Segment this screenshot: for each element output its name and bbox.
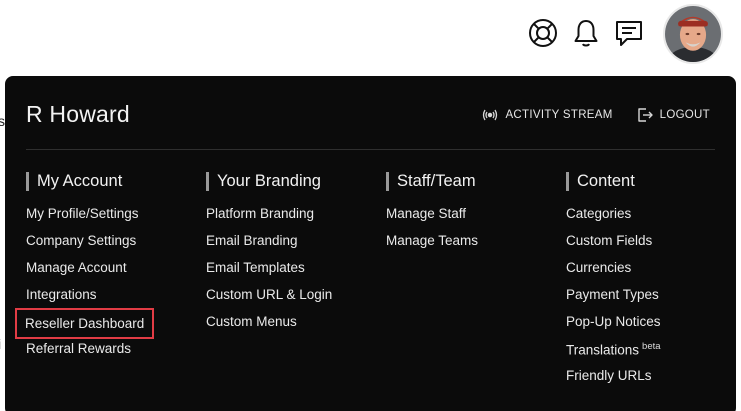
column-staff-team: Staff/Team Manage Staff Manage Teams: [386, 170, 478, 260]
clipped-text: i: [0, 336, 1, 352]
panel-actions: ACTIVITY STREAM LOGOUT: [482, 107, 710, 123]
menu-item-pop-up-notices[interactable]: Pop-Up Notices: [566, 314, 661, 341]
menu-item-custom-fields[interactable]: Custom Fields: [566, 233, 661, 260]
menu-item-manage-account[interactable]: Manage Account: [26, 260, 152, 287]
menu-item-custom-url-login[interactable]: Custom URL & Login: [206, 287, 332, 314]
message-icon: [616, 21, 642, 46]
divider: [26, 149, 715, 150]
column-header: Content: [566, 170, 661, 192]
beta-badge: beta: [642, 341, 661, 352]
logout-icon: [637, 108, 653, 122]
help-button[interactable]: [526, 16, 560, 50]
column-header: Your Branding: [206, 170, 332, 192]
menu-item-email-templates[interactable]: Email Templates: [206, 260, 332, 287]
user-avatar[interactable]: [663, 4, 723, 64]
column-your-branding: Your Branding Platform Branding Email Br…: [206, 170, 332, 341]
bell-icon: [574, 20, 598, 47]
activity-stream-label: ACTIVITY STREAM: [505, 109, 613, 121]
activity-stream-link[interactable]: ACTIVITY STREAM: [482, 107, 612, 123]
header-accent-bar: [566, 171, 569, 191]
column-header: My Account: [26, 170, 152, 192]
column-content: Content Categories Custom Fields Currenc…: [566, 170, 661, 395]
header-accent-bar: [206, 171, 209, 191]
menu-item-referral-rewards[interactable]: Referral Rewards: [26, 341, 152, 368]
column-title: Content: [577, 171, 635, 190]
broadcast-icon: [483, 109, 498, 121]
column-header: Staff/Team: [386, 170, 478, 192]
lifebuoy-icon: [529, 19, 557, 47]
menu-item-reseller-dashboard[interactable]: Reseller Dashboard: [14, 308, 155, 339]
page: s i: [0, 0, 741, 411]
menu-list: My Profile/Settings Company Settings Man…: [14, 206, 155, 368]
menu-list: Platform Branding Email Branding Email T…: [206, 206, 332, 341]
menu-item-label: Translations: [566, 342, 640, 358]
header-accent-bar: [386, 171, 389, 191]
menu-list: Categories Custom Fields Currencies Paym…: [566, 206, 661, 395]
messages-button[interactable]: [612, 16, 646, 50]
menu-item-custom-menus[interactable]: Custom Menus: [206, 314, 332, 341]
menu-item-currencies[interactable]: Currencies: [566, 260, 661, 287]
menu-item-platform-branding[interactable]: Platform Branding: [206, 206, 332, 233]
logout-label: LOGOUT: [659, 109, 710, 121]
menu-item-translations[interactable]: Translations beta: [566, 341, 661, 368]
menu-item-manage-teams[interactable]: Manage Teams: [386, 233, 478, 260]
column-title: My Account: [37, 171, 123, 190]
user-name: R Howard: [26, 101, 130, 127]
menu-item-email-branding[interactable]: Email Branding: [206, 233, 332, 260]
menu-item-categories[interactable]: Categories: [566, 206, 661, 233]
menu-item-my-profile-settings[interactable]: My Profile/Settings: [26, 206, 152, 233]
header-icons: [0, 0, 741, 70]
notifications-button[interactable]: [569, 16, 603, 50]
account-menu-panel: R Howard ACTIVITY STREAM LOGOUT My Accou…: [5, 76, 736, 411]
column-title: Your Branding: [217, 171, 321, 190]
menu-item-manage-staff[interactable]: Manage Staff: [386, 206, 478, 233]
avatar-icon: [665, 6, 721, 62]
menu-item-friendly-urls[interactable]: Friendly URLs: [566, 368, 661, 395]
header-accent-bar: [26, 171, 29, 191]
column-my-account: My Account My Profile/Settings Company S…: [14, 170, 155, 368]
menu-item-payment-types[interactable]: Payment Types: [566, 287, 661, 314]
menu-item-company-settings[interactable]: Company Settings: [26, 233, 152, 260]
menu-list: Manage Staff Manage Teams: [386, 206, 478, 260]
column-title: Staff/Team: [397, 171, 476, 190]
logout-link[interactable]: LOGOUT: [637, 107, 710, 123]
